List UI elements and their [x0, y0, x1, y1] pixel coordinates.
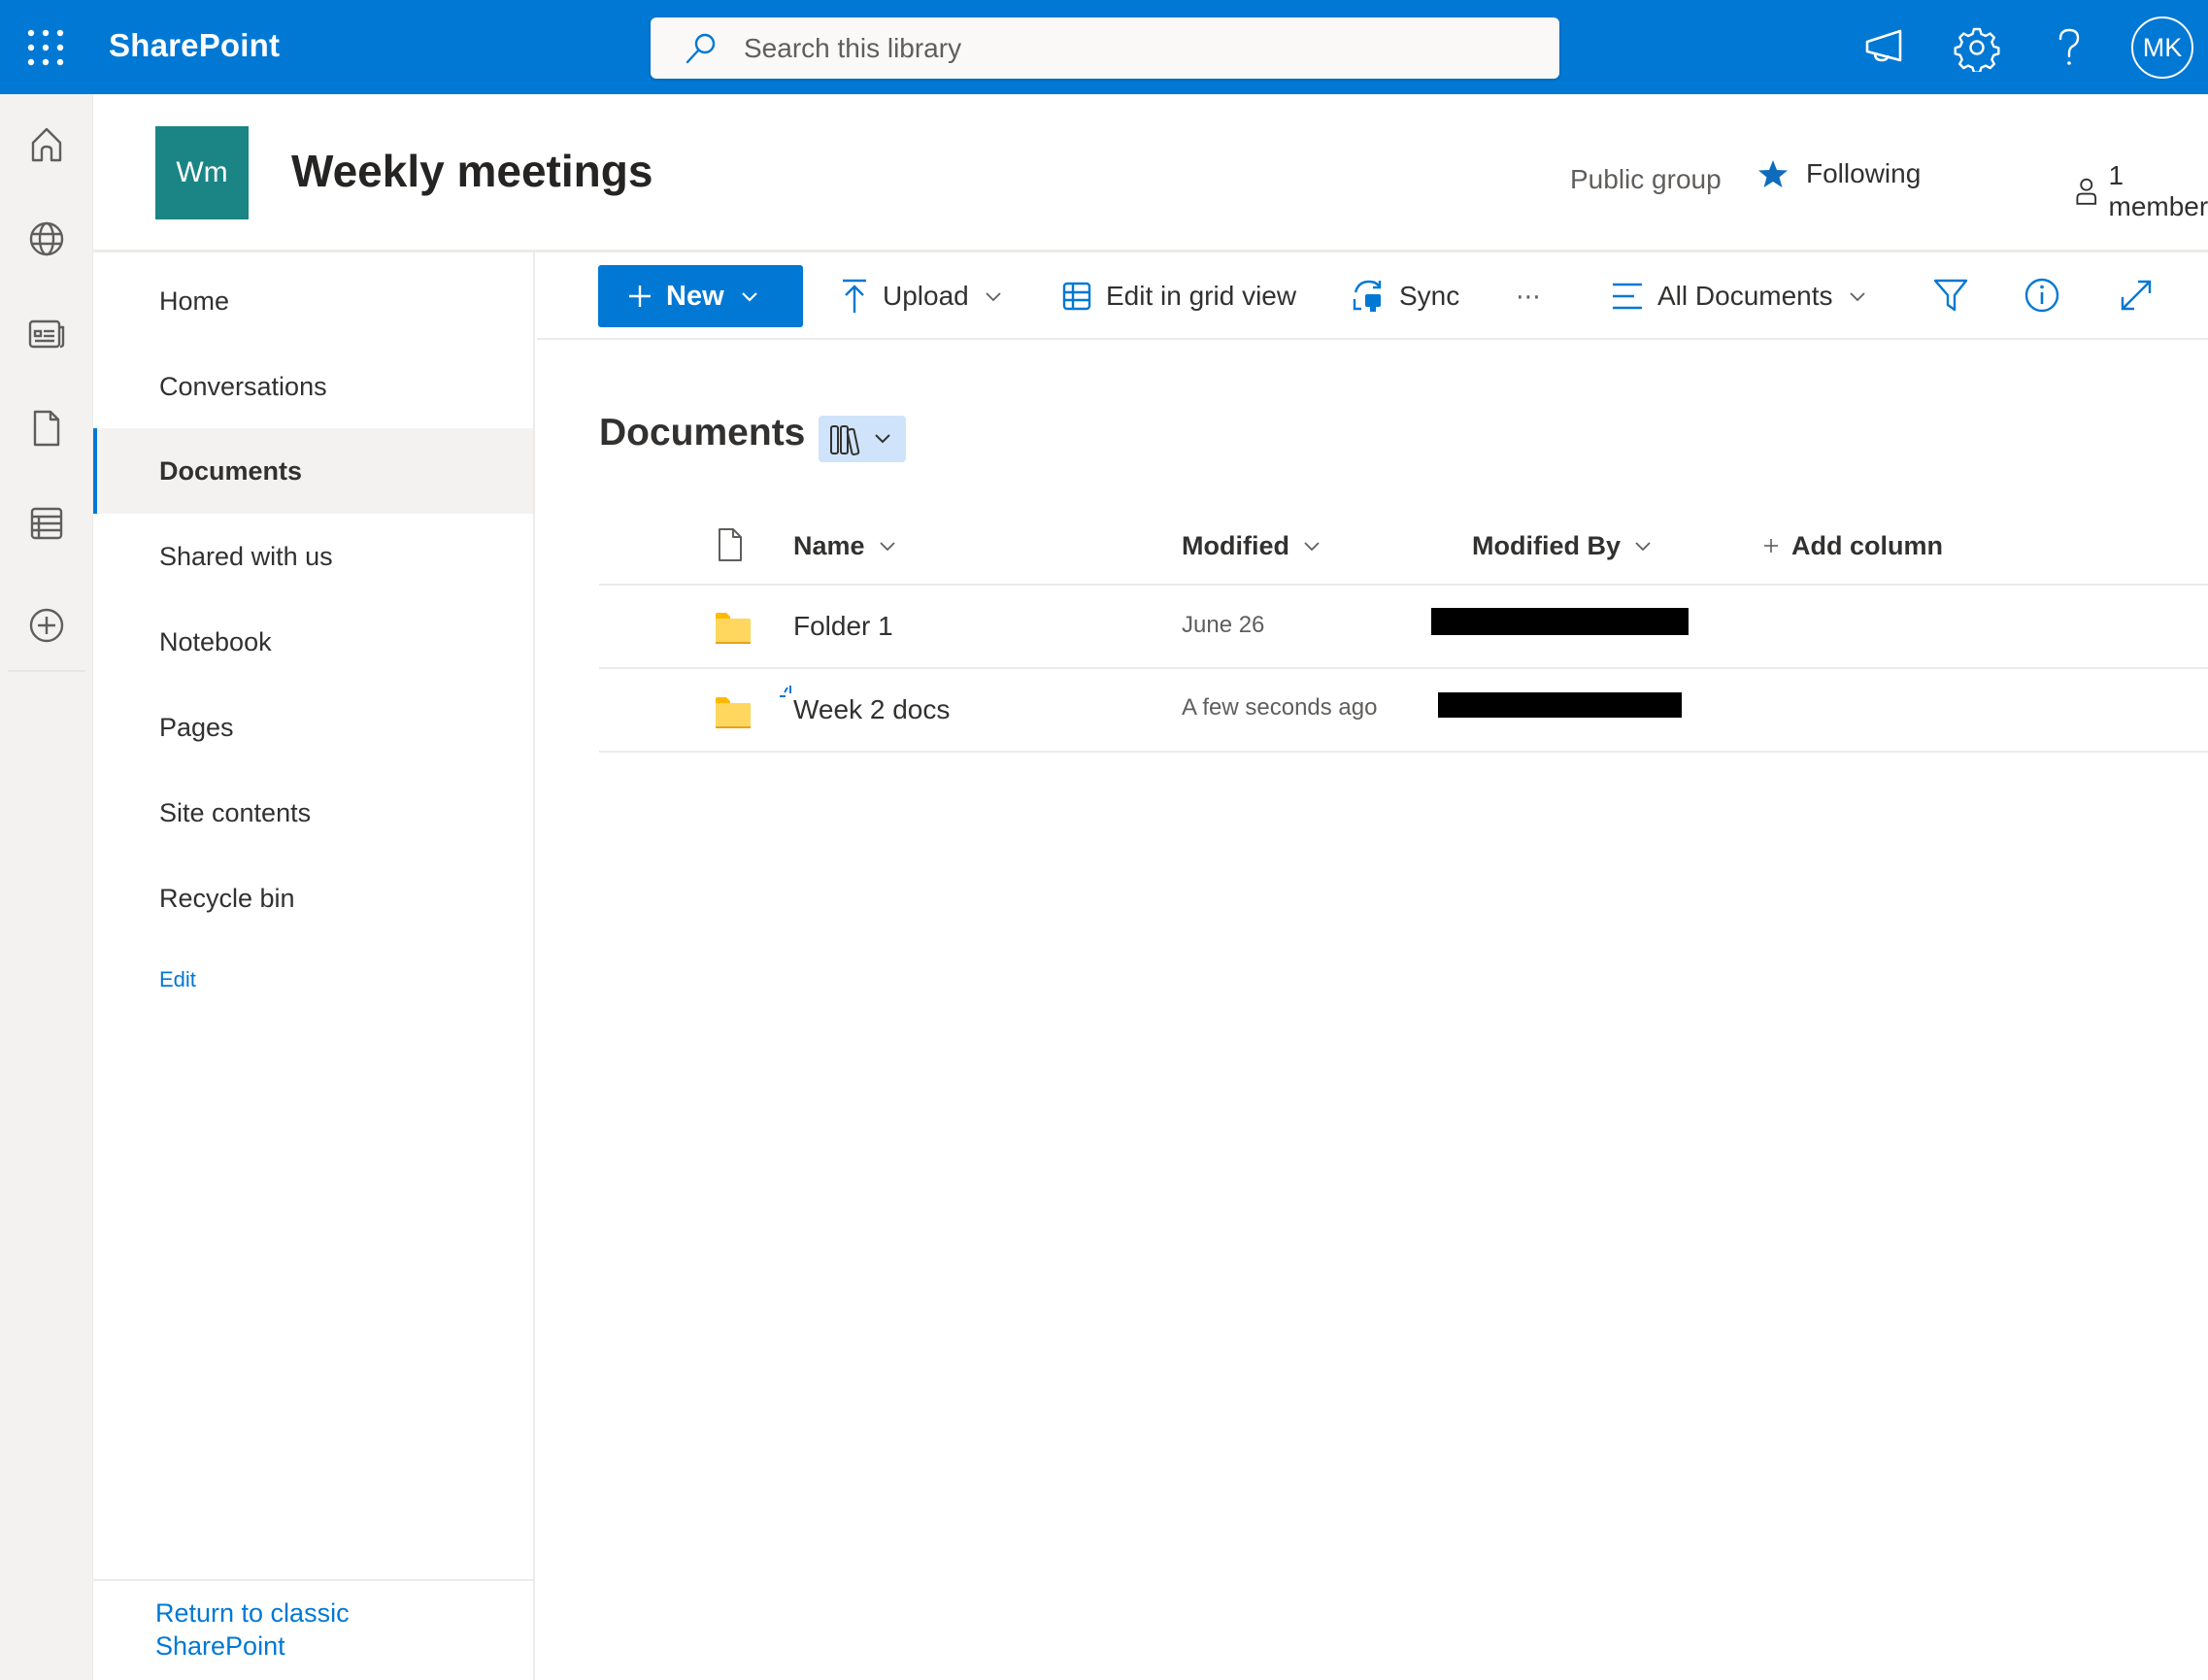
upload-button[interactable]: Upload [840, 270, 1002, 322]
edit-grid-view-button[interactable]: Edit in grid view [1061, 270, 1296, 322]
library-books-icon [830, 425, 860, 455]
nav-item-documents[interactable]: Documents [93, 428, 533, 514]
library-view-picker[interactable] [819, 416, 906, 462]
file-icon[interactable] [25, 407, 68, 450]
chevron-down-icon [741, 292, 757, 302]
file-name[interactable]: Week 2 docs [793, 694, 950, 725]
add-column-label: Add column [1791, 530, 1943, 560]
column-modified-label: Modified [1182, 530, 1289, 560]
list-icon[interactable] [25, 502, 68, 545]
nav-item-home[interactable]: Home [93, 258, 533, 344]
upload-label: Upload [883, 281, 969, 311]
members-label: 1 member [2108, 160, 2208, 221]
nav-item-conversations[interactable]: Conversations [93, 344, 533, 429]
file-type-header-icon[interactable] [717, 526, 744, 563]
chevron-down-icon [879, 542, 895, 552]
nav-item-shared-with-us[interactable]: Shared with us [93, 514, 533, 599]
new-item-sparkle-icon [780, 686, 791, 697]
column-name-label: Name [793, 530, 865, 560]
site-header: Wm Weekly meetings Public group Followin… [93, 94, 2208, 252]
grid-table-icon [1062, 282, 1091, 311]
following-label: Following [1806, 158, 1922, 188]
group-privacy-label: Public group [1570, 164, 1722, 194]
folder-icon [716, 697, 751, 728]
plus-icon [629, 286, 651, 307]
column-header-modified-by[interactable]: Modified By [1472, 526, 1652, 565]
search-box[interactable] [651, 17, 1559, 79]
suite-bar: SharePoint MK [0, 0, 2208, 94]
sync-icon [1353, 280, 1382, 312]
file-row[interactable]: Week 2 docs A few seconds ago [599, 669, 2208, 751]
row-divider [599, 751, 2208, 753]
site-logo[interactable]: Wm [155, 126, 249, 219]
column-header-modified[interactable]: Modified [1182, 526, 1321, 565]
chevron-down-icon [1304, 542, 1320, 552]
folder-icon [716, 613, 751, 644]
site-navigation: Home Conversations Documents Shared with… [93, 252, 535, 1680]
nav-item-notebook[interactable]: Notebook [93, 599, 533, 685]
nav-item-recycle-bin[interactable]: Recycle bin [93, 856, 533, 941]
file-row[interactable]: Folder 1 June 26 [599, 586, 2208, 667]
star-filled-icon [1758, 160, 1788, 187]
nav-footer-divider [93, 1579, 533, 1581]
news-icon[interactable] [25, 313, 68, 355]
expand-icon[interactable] [2117, 276, 2156, 315]
app-launcher-icon[interactable] [23, 25, 68, 70]
user-avatar[interactable]: MK [2131, 17, 2193, 79]
upload-arrow-icon [843, 279, 866, 313]
chevron-down-icon [875, 434, 890, 444]
nav-item-pages[interactable]: Pages [93, 685, 533, 770]
chevron-down-icon [986, 292, 1001, 302]
modified-by-redacted [1431, 608, 1689, 635]
more-actions-button[interactable]: ⋯ [1516, 270, 1542, 322]
sync-label: Sync [1399, 281, 1460, 311]
nav-item-site-contents[interactable]: Site contents [93, 770, 533, 856]
edit-grid-view-label: Edit in grid view [1106, 281, 1297, 311]
command-bar: New Upload Edit in grid view Sync ⋯ All … [537, 254, 2208, 340]
filter-icon[interactable] [1931, 276, 1970, 315]
app-rail [0, 94, 93, 1680]
column-modified-by-label: Modified By [1472, 530, 1621, 560]
modified-by-redacted [1438, 692, 1682, 718]
new-button[interactable]: New [598, 265, 803, 327]
return-to-classic-link[interactable]: Return to classic SharePoint [155, 1596, 447, 1663]
library-title: Documents [599, 412, 806, 454]
site-title[interactable]: Weekly meetings [291, 145, 652, 197]
plus-icon [1764, 539, 1778, 553]
file-modified: June 26 [1182, 612, 1265, 638]
sync-button[interactable]: Sync [1351, 270, 1459, 322]
globe-icon[interactable] [25, 218, 68, 260]
app-name[interactable]: SharePoint [109, 27, 280, 64]
megaphone-icon[interactable] [1861, 23, 1910, 72]
help-question-icon[interactable] [2045, 23, 2093, 72]
add-column-button[interactable]: Add column [1762, 526, 1943, 565]
file-name[interactable]: Folder 1 [793, 611, 893, 642]
new-label: New [666, 280, 724, 312]
edit-nav-link[interactable]: Edit [159, 967, 196, 992]
view-list-icon [1613, 283, 1642, 310]
add-circle-icon[interactable] [25, 604, 68, 647]
search-icon [686, 33, 716, 64]
column-header-name[interactable]: Name [793, 526, 896, 565]
person-icon [2076, 178, 2097, 205]
members-button[interactable]: 1 member [2074, 160, 2208, 222]
view-selector[interactable]: All Documents [1611, 270, 1866, 322]
home-icon[interactable] [25, 123, 68, 166]
chevron-down-icon [1635, 542, 1651, 552]
view-selector-label: All Documents [1657, 281, 1833, 311]
info-icon[interactable] [2023, 276, 2061, 315]
following-button[interactable]: Following [1757, 158, 1921, 189]
settings-gear-icon[interactable] [1953, 23, 2001, 72]
file-modified: A few seconds ago [1182, 694, 1378, 721]
rail-divider [8, 670, 85, 672]
chevron-down-icon [1849, 292, 1865, 302]
search-input[interactable] [744, 27, 1540, 70]
